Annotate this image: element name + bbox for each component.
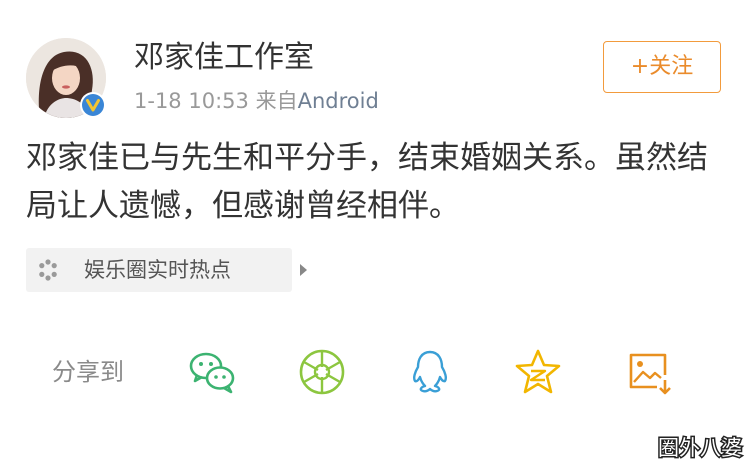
post-time: 10:53: [188, 89, 249, 113]
post-source-prefix: 来自: [255, 89, 298, 113]
chevron-right-icon: [298, 248, 310, 296]
topic-label: 娱乐圈实时热点: [84, 258, 231, 282]
post-meta: 1-18 10:53 来自Android: [134, 88, 379, 114]
post-text: 邓家佳已与先生和平分手，结束婚姻关系。虽然结局让人遗憾，但感谢曾经相伴。: [26, 140, 708, 224]
watermark-text: 圈外八婆: [658, 436, 742, 460]
spinner-icon: [36, 258, 60, 286]
follow-button[interactable]: +关注: [603, 41, 721, 93]
image-download-icon[interactable]: [623, 347, 673, 397]
topic-chip[interactable]: 娱乐圈实时热点: [26, 248, 307, 292]
author-name[interactable]: 邓家佳工作室: [134, 40, 314, 76]
wechat-icon[interactable]: [187, 347, 237, 397]
share-label: 分享到: [52, 358, 124, 386]
post-source-app[interactable]: Android: [298, 89, 379, 113]
moments-icon[interactable]: [297, 347, 347, 397]
weibo-post-card: 邓家佳工作室 1-18 10:53 来自Android +关注 邓家佳已与先生和…: [0, 0, 750, 476]
qzone-icon[interactable]: [513, 347, 563, 397]
post-date: 1-18: [134, 89, 182, 113]
qq-icon[interactable]: [405, 347, 455, 397]
verified-badge-icon: [80, 92, 106, 118]
